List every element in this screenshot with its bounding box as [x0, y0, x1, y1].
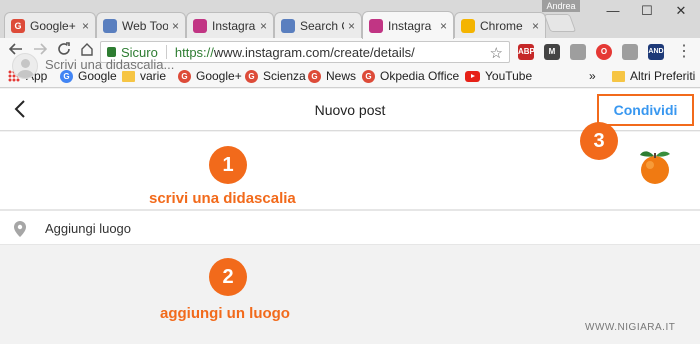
bookmark-okpedia[interactable]: G Okpedia Office [362, 69, 459, 83]
tab-google-plus[interactable]: G Google+ × [4, 12, 96, 38]
location-row[interactable]: Aggiungi luogo [0, 210, 700, 245]
tab-instagram-active[interactable]: Instagra × [362, 11, 454, 39]
tab-web-tools[interactable]: Web Too × [96, 12, 186, 38]
watermark: WWW.NIGIARA.IT [585, 322, 676, 333]
step-caption-1: scrivi una didascalia [149, 190, 296, 207]
bookmark-label: Okpedia Office [380, 69, 460, 83]
close-icon[interactable]: × [348, 19, 355, 33]
step-badge-3: 3 [580, 122, 618, 160]
bookmark-other[interactable]: Altri Preferiti [612, 69, 695, 83]
opera-icon[interactable]: O [596, 44, 612, 60]
youtube-icon [465, 70, 480, 82]
tab-strip: G Google+ × Web Too × Instagra × Search … [0, 0, 700, 39]
camera-icon[interactable] [570, 44, 586, 60]
close-icon[interactable]: × [82, 19, 89, 33]
profile-name[interactable]: Andrea [542, 0, 580, 12]
maximize-button[interactable]: ☐ [630, 0, 664, 22]
page-title: Nuovo post [314, 102, 386, 118]
step-caption-2: aggiungi un luogo [160, 305, 290, 322]
gmail-m-icon[interactable]: M [544, 44, 560, 60]
tab-chrome[interactable]: Chrome × [454, 12, 546, 38]
close-icon[interactable]: × [532, 19, 539, 33]
tab-instagram[interactable]: Instagra × [186, 12, 274, 38]
adblock-plus-icon[interactable]: ABP [518, 44, 535, 60]
and-icon[interactable]: AND [648, 44, 664, 60]
instagram-icon [369, 18, 383, 33]
google-plus-icon: G [308, 69, 321, 83]
bookmarks-overflow[interactable]: » [589, 69, 596, 83]
close-icon[interactable]: × [440, 19, 447, 33]
caption-input[interactable] [45, 57, 285, 72]
step-badge-2: 2 [209, 258, 247, 296]
share-button[interactable]: Condividi [597, 94, 694, 126]
close-icon[interactable]: × [260, 19, 267, 33]
tab-label: Google+ [30, 18, 76, 33]
close-icon[interactable]: × [172, 19, 179, 33]
google-plus-icon: G [11, 18, 25, 33]
post-thumbnail-image [640, 151, 670, 184]
step-badge-1: 1 [209, 146, 247, 184]
library-icon[interactable] [622, 44, 638, 60]
tab-label: Instagra [212, 18, 256, 33]
new-tab-button[interactable] [543, 14, 577, 32]
bookmark-star-icon[interactable]: ☆ [490, 44, 503, 62]
tab-label: Search C [300, 18, 344, 33]
document-icon [281, 18, 295, 33]
tab-search-console[interactable]: Search C × [274, 12, 362, 38]
bookmark-label: Altri Preferiti [630, 69, 696, 83]
folder-icon [612, 70, 625, 82]
minimize-button[interactable]: — [596, 0, 630, 22]
folder-icon [122, 70, 135, 82]
close-window-button[interactable]: ✕ [664, 0, 698, 22]
bookmark-news[interactable]: G News [308, 69, 356, 83]
avatar [12, 53, 38, 79]
add-location-label: Aggiungi luogo [45, 221, 132, 236]
bookmark-label: YouTube [485, 69, 533, 83]
tab-label: Chrome [480, 18, 523, 33]
google-plus-icon: G [362, 69, 375, 83]
chrome-icon [461, 18, 475, 33]
tab-label: Instagra [388, 18, 432, 33]
lock-icon [107, 47, 116, 57]
instagram-icon [193, 18, 207, 33]
bookmark-youtube[interactable]: YouTube [465, 69, 532, 83]
bookmark-label: News [326, 69, 357, 83]
tab-label: Web Too [122, 18, 168, 33]
menu-icon[interactable]: ⋮ [674, 42, 694, 62]
location-pin-icon [14, 221, 26, 237]
document-icon [103, 18, 117, 33]
